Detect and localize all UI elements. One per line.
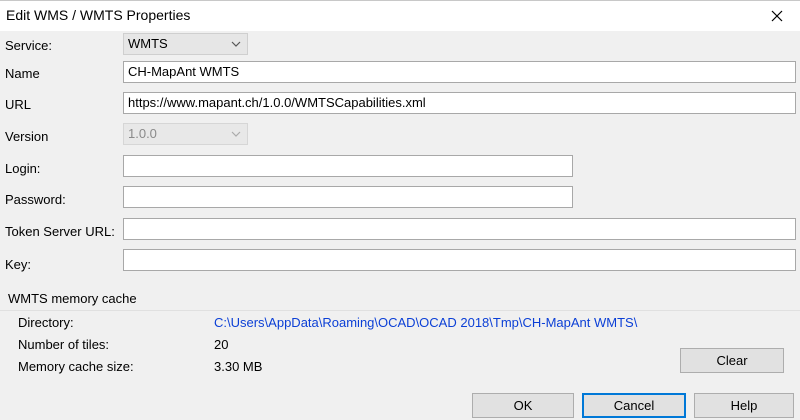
service-label: Service: bbox=[5, 38, 52, 53]
token-server-url-input[interactable] bbox=[123, 218, 796, 240]
help-button[interactable]: Help bbox=[694, 393, 794, 418]
version-select: 1.0.0 bbox=[123, 123, 248, 145]
password-input[interactable] bbox=[123, 186, 573, 208]
chevron-down-icon bbox=[231, 41, 241, 47]
name-label: Name bbox=[5, 66, 40, 81]
key-label: Key: bbox=[5, 257, 32, 272]
directory-label: Directory: bbox=[18, 315, 74, 330]
properties-dialog: Edit WMS / WMTS Properties Service: WMTS… bbox=[0, 0, 800, 420]
key-input[interactable] bbox=[123, 249, 796, 271]
close-button[interactable] bbox=[754, 1, 800, 31]
login-label: Login: bbox=[5, 161, 41, 176]
close-icon bbox=[771, 10, 783, 22]
name-input[interactable]: CH-MapAnt WMTS bbox=[123, 61, 796, 83]
title-bar: Edit WMS / WMTS Properties bbox=[0, 1, 800, 31]
clear-button[interactable]: Clear bbox=[680, 348, 784, 373]
dialog-title: Edit WMS / WMTS Properties bbox=[6, 7, 191, 23]
token-server-url-label: Token Server URL: bbox=[5, 224, 115, 239]
directory-link[interactable]: C:\Users\AppData\Roaming\OCAD\OCAD 2018\… bbox=[214, 315, 637, 330]
version-label: Version bbox=[5, 129, 49, 144]
password-label: Password: bbox=[5, 192, 66, 207]
cache-size-label: Memory cache size: bbox=[18, 359, 134, 374]
service-select[interactable]: WMTS bbox=[123, 33, 248, 55]
service-select-value: WMTS bbox=[128, 36, 168, 51]
url-label: URL bbox=[5, 97, 32, 112]
login-input[interactable] bbox=[123, 155, 573, 177]
tiles-value: 20 bbox=[214, 337, 229, 352]
url-input[interactable]: https://www.mapant.ch/1.0.0/WMTSCapabili… bbox=[123, 92, 796, 114]
chevron-down-icon bbox=[231, 131, 241, 137]
cache-group-title: WMTS memory cache bbox=[8, 291, 137, 306]
cache-size-value: 3.30 MB bbox=[214, 359, 263, 374]
ok-button[interactable]: OK bbox=[472, 393, 574, 418]
version-select-value: 1.0.0 bbox=[128, 126, 157, 141]
cancel-button[interactable]: Cancel bbox=[582, 393, 686, 418]
group-divider bbox=[0, 310, 800, 311]
tiles-label: Number of tiles: bbox=[18, 337, 110, 352]
